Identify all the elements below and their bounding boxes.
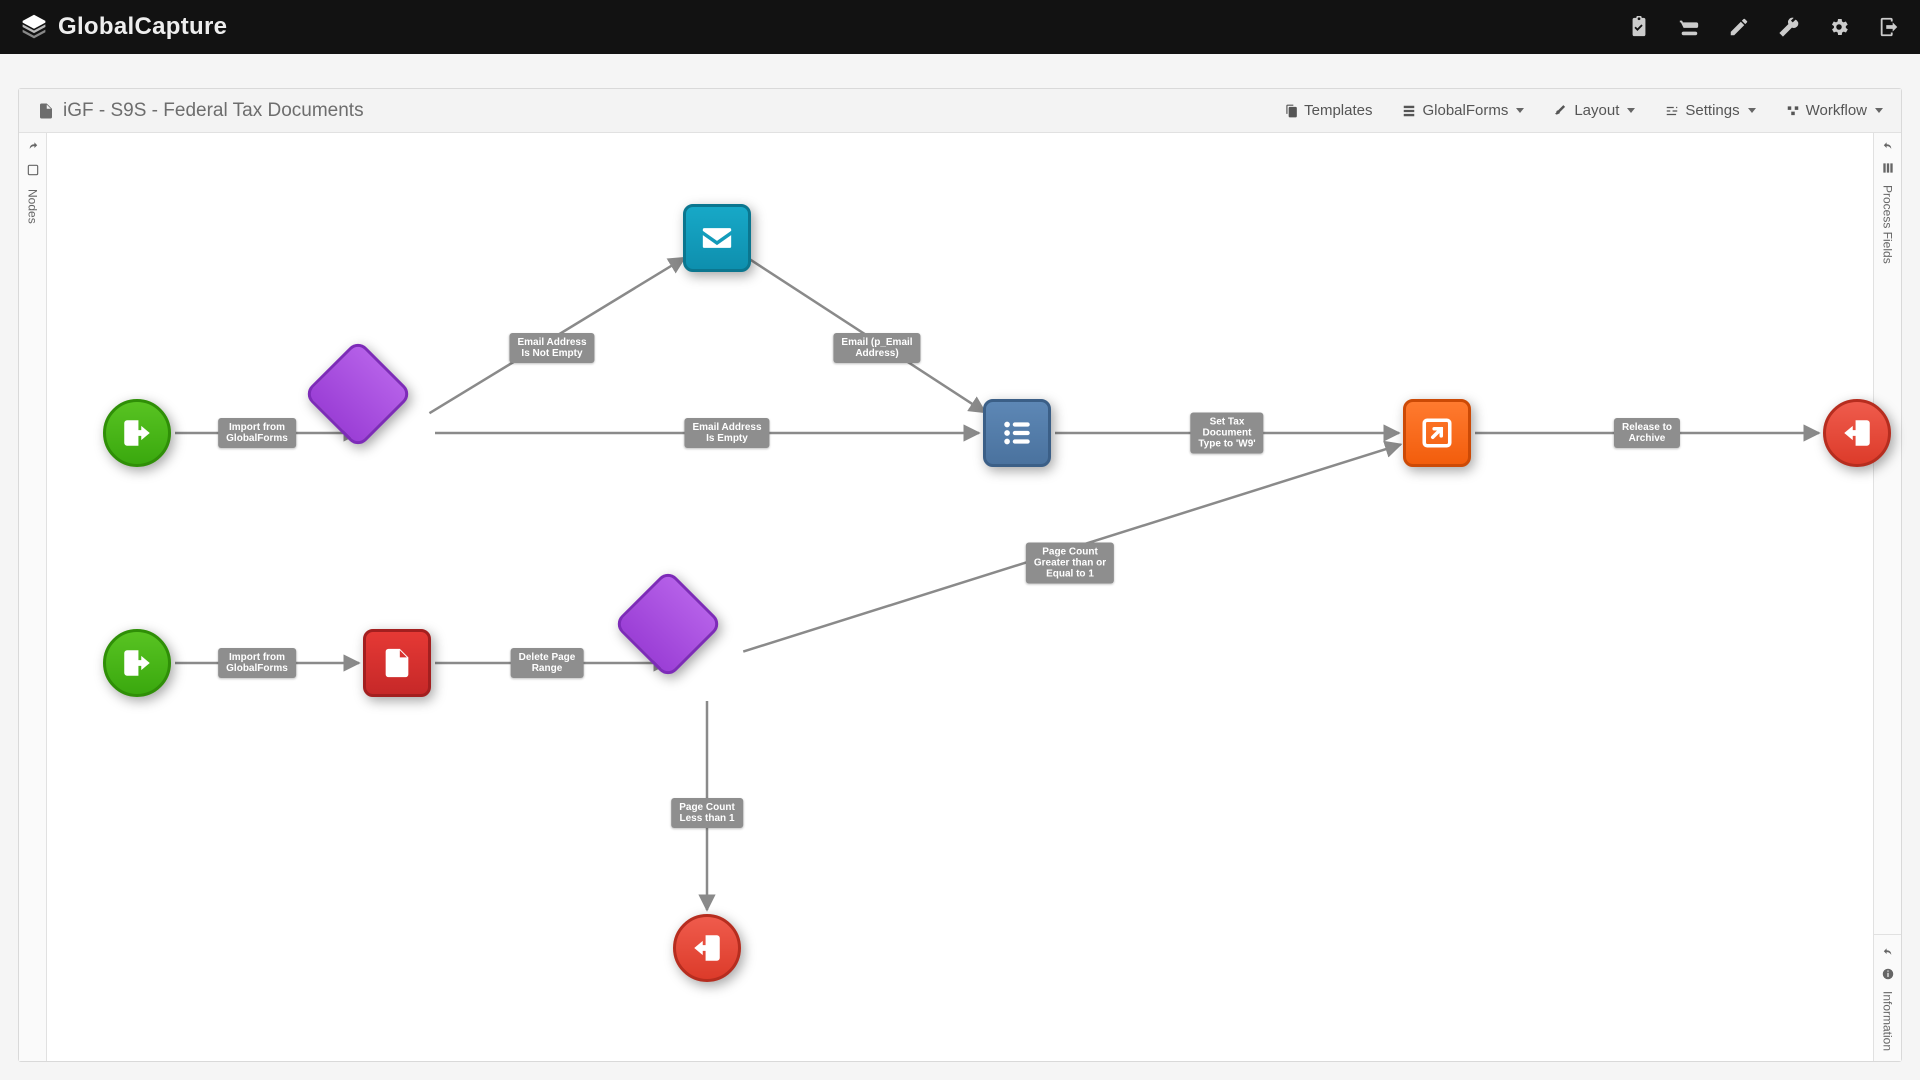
condition-node-2[interactable] <box>668 624 746 702</box>
menu-settings[interactable]: Settings <box>1665 102 1755 119</box>
import-icon <box>120 646 154 680</box>
brand-name: GlobalCapture <box>58 13 227 41</box>
document-icon <box>37 102 55 120</box>
document-title: iGF - S9S - Federal Tax Documents <box>37 100 364 122</box>
rail-information[interactable]: Information <box>1881 947 1895 1061</box>
topbar-actions <box>1628 16 1900 38</box>
import-icon <box>120 416 154 450</box>
brand: GlobalCapture <box>20 13 227 41</box>
rail-information-label: Information <box>1881 991 1895 1051</box>
menu-templates-label: Templates <box>1304 102 1372 119</box>
document-title-text: iGF - S9S - Federal Tax Documents <box>63 100 364 122</box>
rail-nodes[interactable]: Nodes <box>19 133 47 1061</box>
edge-label[interactable]: Page Count Greater than or Equal to 1 <box>1026 543 1114 584</box>
undo-icon[interactable] <box>1881 141 1895 155</box>
start-node-1[interactable] <box>103 399 171 467</box>
edge-label[interactable]: Import from GlobalForms <box>218 648 296 678</box>
edge-label[interactable]: Release to Archive <box>1614 418 1680 448</box>
edge-label[interactable]: Email (p_Email Address) <box>833 333 920 363</box>
mail-icon <box>700 221 734 255</box>
workflow-canvas[interactable]: Import from GlobalForms Email Address Is … <box>47 133 1873 1061</box>
list-icon <box>1000 416 1034 450</box>
start-node-2[interactable] <box>103 629 171 697</box>
card-header: iGF - S9S - Federal Tax Documents Templa… <box>19 89 1901 133</box>
menu-globalforms[interactable]: GlobalForms <box>1402 102 1524 119</box>
edge-label[interactable]: Set Tax Document Type to 'W9' <box>1190 413 1263 454</box>
exit-icon <box>1840 416 1874 450</box>
wrench-icon[interactable] <box>1778 16 1800 38</box>
redo-icon[interactable] <box>26 141 40 155</box>
rail-nodes-label: Nodes <box>26 189 40 224</box>
brand-logo-icon <box>20 13 48 41</box>
menu-globalforms-label: GlobalForms <box>1422 102 1508 119</box>
workflow-icon <box>1786 104 1800 118</box>
rail-right: Process Fields Information <box>1873 133 1901 1061</box>
square-icon[interactable] <box>26 163 40 177</box>
edge-label[interactable]: Import from GlobalForms <box>218 418 296 448</box>
edge-label[interactable]: Delete Page Range <box>511 648 584 678</box>
info-icon[interactable] <box>1881 967 1895 981</box>
workflow-card: iGF - S9S - Federal Tax Documents Templa… <box>18 88 1902 1062</box>
clipboard-check-icon[interactable] <box>1628 16 1650 38</box>
end-node-2[interactable] <box>673 914 741 982</box>
condition-node-1[interactable] <box>358 394 436 472</box>
export-icon <box>1420 416 1454 450</box>
email-node[interactable] <box>683 204 751 272</box>
gear-icon[interactable] <box>1828 16 1850 38</box>
pencil-icon[interactable] <box>1728 16 1750 38</box>
logout-icon[interactable] <box>1878 16 1900 38</box>
workflow-wires <box>47 133 1873 1061</box>
brush-icon <box>1554 104 1568 118</box>
edge-label[interactable]: Email Address Is Not Empty <box>509 333 594 363</box>
sliders-icon <box>1665 104 1679 118</box>
undo-icon[interactable] <box>1881 947 1895 961</box>
edge-label[interactable]: Page Count Less than 1 <box>671 798 743 828</box>
end-node-1[interactable] <box>1823 399 1891 467</box>
menu-settings-label: Settings <box>1685 102 1739 119</box>
docx-icon <box>380 646 414 680</box>
topbar: GlobalCapture <box>0 0 1920 54</box>
form-icon <box>1402 104 1416 118</box>
rail-process-fields[interactable]: Process Fields <box>1881 141 1895 264</box>
export-node[interactable] <box>1403 399 1471 467</box>
columns-icon[interactable] <box>1881 161 1895 175</box>
delete-page-node[interactable] <box>363 629 431 697</box>
menu-layout-label: Layout <box>1574 102 1619 119</box>
rail-process-fields-label: Process Fields <box>1881 185 1895 264</box>
exit-icon <box>690 931 724 965</box>
menu-templates[interactable]: Templates <box>1284 102 1372 119</box>
edge-label[interactable]: Email Address Is Empty <box>684 418 769 448</box>
header-menus: Templates GlobalForms Layout Settings Wo… <box>1284 102 1883 119</box>
menu-workflow-label: Workflow <box>1806 102 1867 119</box>
copy-icon <box>1284 104 1298 118</box>
menu-layout[interactable]: Layout <box>1554 102 1635 119</box>
set-fields-node[interactable] <box>983 399 1051 467</box>
scanner-icon[interactable] <box>1678 16 1700 38</box>
menu-workflow[interactable]: Workflow <box>1786 102 1883 119</box>
